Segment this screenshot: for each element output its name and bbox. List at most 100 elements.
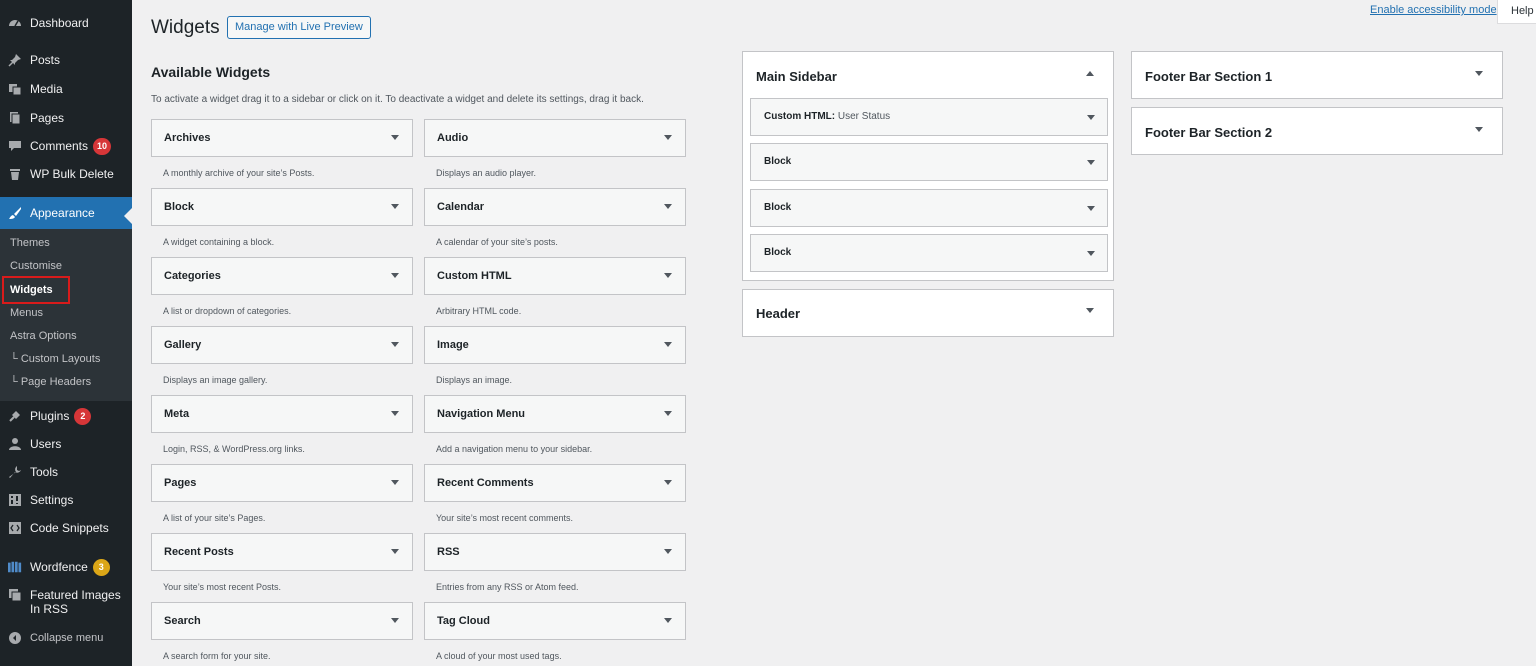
widget-title: Audio [437, 132, 469, 144]
help-tab[interactable]: Help [1497, 0, 1536, 24]
expand-arrow-icon[interactable] [391, 549, 399, 554]
menu-code-snippets[interactable]: Code Snippets [0, 520, 132, 536]
menu-settings[interactable]: Settings [0, 492, 132, 508]
widget-description: Your site’s most recent Posts. [163, 582, 282, 592]
collapse-arrow-icon[interactable] [1086, 71, 1094, 76]
expand-arrow-icon[interactable] [391, 480, 399, 485]
main-sidebar-title[interactable]: Main Sidebar [756, 69, 837, 84]
widget-tag-cloud[interactable]: Tag Cloud [424, 602, 686, 640]
expand-arrow-icon[interactable] [391, 342, 399, 347]
widget-title: Meta [164, 408, 190, 420]
expand-arrow-icon[interactable] [664, 204, 672, 209]
widget-description: Entries from any RSS or Atom feed. [436, 582, 579, 592]
submenu-themes[interactable]: Themes [10, 237, 50, 249]
widget-title: RSS [437, 546, 460, 558]
widget-description: Arbitrary HTML code. [436, 306, 522, 316]
expand-arrow-icon[interactable] [664, 549, 672, 554]
widget-custom-html[interactable]: Custom HTML [424, 257, 686, 295]
widget-audio[interactable]: Audio [424, 119, 686, 157]
widget-title: Recent Posts [164, 546, 234, 558]
wordfence-count-badge: 3 [92, 558, 110, 576]
expand-arrow-icon[interactable] [391, 204, 399, 209]
widget-pages[interactable]: Pages [151, 464, 413, 502]
menu-users[interactable]: Users [0, 436, 132, 452]
sidebar-widget-block[interactable]: Block [750, 189, 1108, 227]
menu-comments[interactable]: Comments 10 [0, 137, 132, 155]
widget-rss[interactable]: RSS [424, 533, 686, 571]
sidebar-widget-custom-html[interactable]: Custom HTML: User Status [750, 98, 1108, 136]
widget-description: A list or dropdown of categories. [163, 306, 292, 316]
expand-arrow-icon[interactable] [391, 618, 399, 623]
expand-arrow-icon[interactable] [664, 480, 672, 485]
submenu-page-headers[interactable]: └ Page Headers [10, 376, 91, 388]
expand-arrow-icon[interactable] [391, 135, 399, 140]
expand-arrow-icon[interactable] [664, 342, 672, 347]
expand-arrow-icon[interactable] [664, 135, 672, 140]
comment-icon [8, 139, 22, 153]
enable-accessibility-link[interactable]: Enable accessibility mode [1370, 4, 1497, 16]
footer-bar-section-1-area[interactable]: Footer Bar Section 1 [1131, 51, 1503, 99]
widget-title: Tag Cloud [437, 615, 490, 627]
sidebar-widget-block[interactable]: Block [750, 143, 1108, 181]
expand-arrow-icon[interactable] [1475, 127, 1483, 132]
expand-arrow-icon[interactable] [1087, 251, 1095, 256]
widget-name: Block [764, 202, 792, 213]
widget-navigation-menu[interactable]: Navigation Menu [424, 395, 686, 433]
widget-search[interactable]: Search [151, 602, 413, 640]
expand-arrow-icon[interactable] [664, 411, 672, 416]
widget-image[interactable]: Image [424, 326, 686, 364]
menu-pages[interactable]: Pages [0, 110, 132, 126]
widget-categories[interactable]: Categories [151, 257, 413, 295]
submenu-customise[interactable]: Customise [10, 260, 62, 272]
expand-arrow-icon[interactable] [391, 273, 399, 278]
submenu-custom-layouts[interactable]: └ Custom Layouts [10, 353, 100, 365]
widget-title: Recent Comments [437, 477, 534, 489]
header-widget-area[interactable]: Header [742, 289, 1114, 337]
widget-archives[interactable]: Archives [151, 119, 413, 157]
widget-description: Displays an audio player. [436, 168, 537, 178]
menu-wp-bulk-delete[interactable]: WP Bulk Delete [0, 166, 132, 182]
widget-recent-posts[interactable]: Recent Posts [151, 533, 413, 571]
submenu-menus[interactable]: Menus [10, 307, 43, 319]
widgets-highlight-box [2, 276, 70, 304]
widget-calendar[interactable]: Calendar [424, 188, 686, 226]
footer-1-title: Footer Bar Section 1 [1145, 69, 1273, 84]
widget-subtitle: User Status [837, 111, 891, 122]
expand-arrow-icon[interactable] [1087, 206, 1095, 211]
widget-recent-comments[interactable]: Recent Comments [424, 464, 686, 502]
widget-description: Login, RSS, & WordPress.org links. [163, 444, 305, 454]
menu-posts[interactable]: Posts [0, 52, 132, 68]
widget-name: Custom HTML: [764, 111, 836, 122]
sidebar-widget-block[interactable]: Block [750, 234, 1108, 272]
current-menu-arrow [124, 208, 132, 224]
widget-meta[interactable]: Meta [151, 395, 413, 433]
widget-description: Displays an image gallery. [163, 375, 268, 385]
menu-tools[interactable]: Tools [0, 464, 132, 480]
submenu-astra-options[interactable]: Astra Options [10, 330, 77, 342]
widget-description: A calendar of your site’s posts. [436, 237, 558, 247]
settings-icon [8, 493, 22, 507]
widget-block[interactable]: Block [151, 188, 413, 226]
expand-arrow-icon[interactable] [664, 273, 672, 278]
pin-icon [8, 53, 22, 67]
widget-title: Calendar [437, 201, 485, 213]
expand-arrow-icon[interactable] [664, 618, 672, 623]
wrench-icon [8, 465, 22, 479]
menu-plugins[interactable]: Plugins 2 [0, 407, 132, 425]
expand-arrow-icon[interactable] [1087, 115, 1095, 120]
menu-featured-images-rss[interactable]: Featured Images In RSS [0, 588, 132, 618]
expand-arrow-icon[interactable] [1086, 308, 1094, 313]
collapse-menu-button[interactable]: Collapse menu [0, 630, 132, 646]
expand-arrow-icon[interactable] [391, 411, 399, 416]
page-icon [8, 111, 22, 125]
menu-media[interactable]: Media [0, 81, 132, 97]
expand-arrow-icon[interactable] [1475, 71, 1483, 76]
footer-bar-section-2-area[interactable]: Footer Bar Section 2 [1131, 107, 1503, 155]
menu-wordfence[interactable]: Wordfence 3 [0, 558, 132, 576]
menu-appearance[interactable]: Appearance [0, 197, 132, 229]
expand-arrow-icon[interactable] [1087, 160, 1095, 165]
appearance-submenu: Themes Customise Widgets Menus Astra Opt… [0, 229, 132, 401]
widget-gallery[interactable]: Gallery [151, 326, 413, 364]
menu-dashboard[interactable]: Dashboard [0, 15, 132, 31]
manage-live-preview-button[interactable]: Manage with Live Preview [227, 16, 371, 39]
